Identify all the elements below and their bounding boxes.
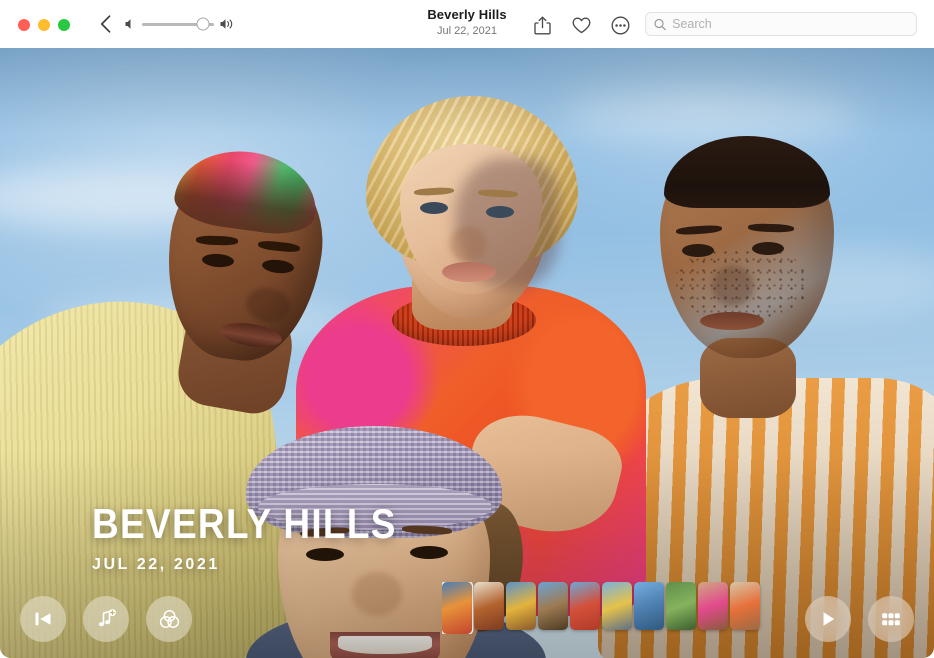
grid-icon xyxy=(881,612,901,627)
person-right-mouth xyxy=(700,312,764,330)
share-button[interactable] xyxy=(531,14,553,36)
speaker-high-icon xyxy=(220,18,235,30)
skip-back-icon xyxy=(33,610,53,628)
filmstrip-thumbnail[interactable] xyxy=(730,582,760,630)
filmstrip-thumbnail[interactable] xyxy=(634,582,664,630)
titlebar: Beverly Hills Jul 22, 2021 xyxy=(0,0,934,48)
person-front-mouth xyxy=(330,632,440,658)
search-input[interactable] xyxy=(672,17,908,31)
music-note-plus-icon xyxy=(95,608,117,630)
filmstrip-thumbnail[interactable] xyxy=(666,582,696,630)
play-icon xyxy=(818,609,838,629)
memory-photo[interactable]: BEVERLY HILLS JUL 22, 2021 xyxy=(0,48,934,658)
playback-controls-left xyxy=(20,596,192,642)
volume-track[interactable] xyxy=(142,23,214,26)
more-button[interactable] xyxy=(609,14,631,36)
ellipsis-circle-icon xyxy=(611,16,630,35)
share-icon xyxy=(534,16,551,35)
person-center-mouth xyxy=(442,262,496,282)
chevron-left-icon xyxy=(100,15,111,33)
person-right-eye xyxy=(752,242,784,255)
filmstrip-thumbnail[interactable] xyxy=(506,582,536,630)
person-right-nose xyxy=(712,266,754,306)
person-front-nose xyxy=(352,572,402,616)
memory-title-overlay: BEVERLY HILLS JUL 22, 2021 xyxy=(92,502,438,574)
person-right-eye xyxy=(682,244,714,257)
search-field[interactable] xyxy=(645,12,917,36)
memory-date: JUL 22, 2021 xyxy=(92,556,438,574)
filmstrip-thumbnail[interactable] xyxy=(442,582,472,634)
memory-title: BEVERLY HILLS xyxy=(92,502,397,546)
filmstrip-thumbnail[interactable] xyxy=(538,582,568,630)
previous-memory-button[interactable] xyxy=(20,596,66,642)
person-center-eye xyxy=(420,202,448,214)
memory-filters-button[interactable] xyxy=(146,596,192,642)
volume-slider[interactable] xyxy=(125,18,235,30)
favorite-button[interactable] xyxy=(570,14,592,36)
playback-controls-right xyxy=(805,596,914,642)
close-button[interactable] xyxy=(18,19,30,31)
overlapping-circles-icon xyxy=(158,608,181,631)
volume-knob[interactable] xyxy=(197,18,210,31)
person-center-eye xyxy=(486,206,514,218)
heart-icon xyxy=(572,17,591,34)
filmstrip-thumbnail[interactable] xyxy=(570,582,600,630)
cloud-shape xyxy=(560,88,860,143)
play-button[interactable] xyxy=(805,596,851,642)
filmstrip-thumbnail[interactable] xyxy=(698,582,728,630)
zoom-button[interactable] xyxy=(58,19,70,31)
add-music-button[interactable] xyxy=(83,596,129,642)
filmstrip-thumbnail[interactable] xyxy=(474,582,504,630)
speaker-low-icon xyxy=(125,18,136,30)
titlebar-actions xyxy=(531,14,631,36)
memory-filmstrip[interactable] xyxy=(442,582,776,634)
person-front-teeth xyxy=(338,636,432,654)
minimize-button[interactable] xyxy=(38,19,50,31)
traffic-lights xyxy=(18,19,70,31)
back-button[interactable] xyxy=(95,14,115,34)
filmstrip-thumbnail[interactable] xyxy=(602,582,632,630)
photos-memory-window: Beverly Hills Jul 22, 2021 xyxy=(0,0,934,658)
person-center-nose xyxy=(450,226,486,262)
grid-view-button[interactable] xyxy=(868,596,914,642)
search-icon xyxy=(654,18,666,31)
